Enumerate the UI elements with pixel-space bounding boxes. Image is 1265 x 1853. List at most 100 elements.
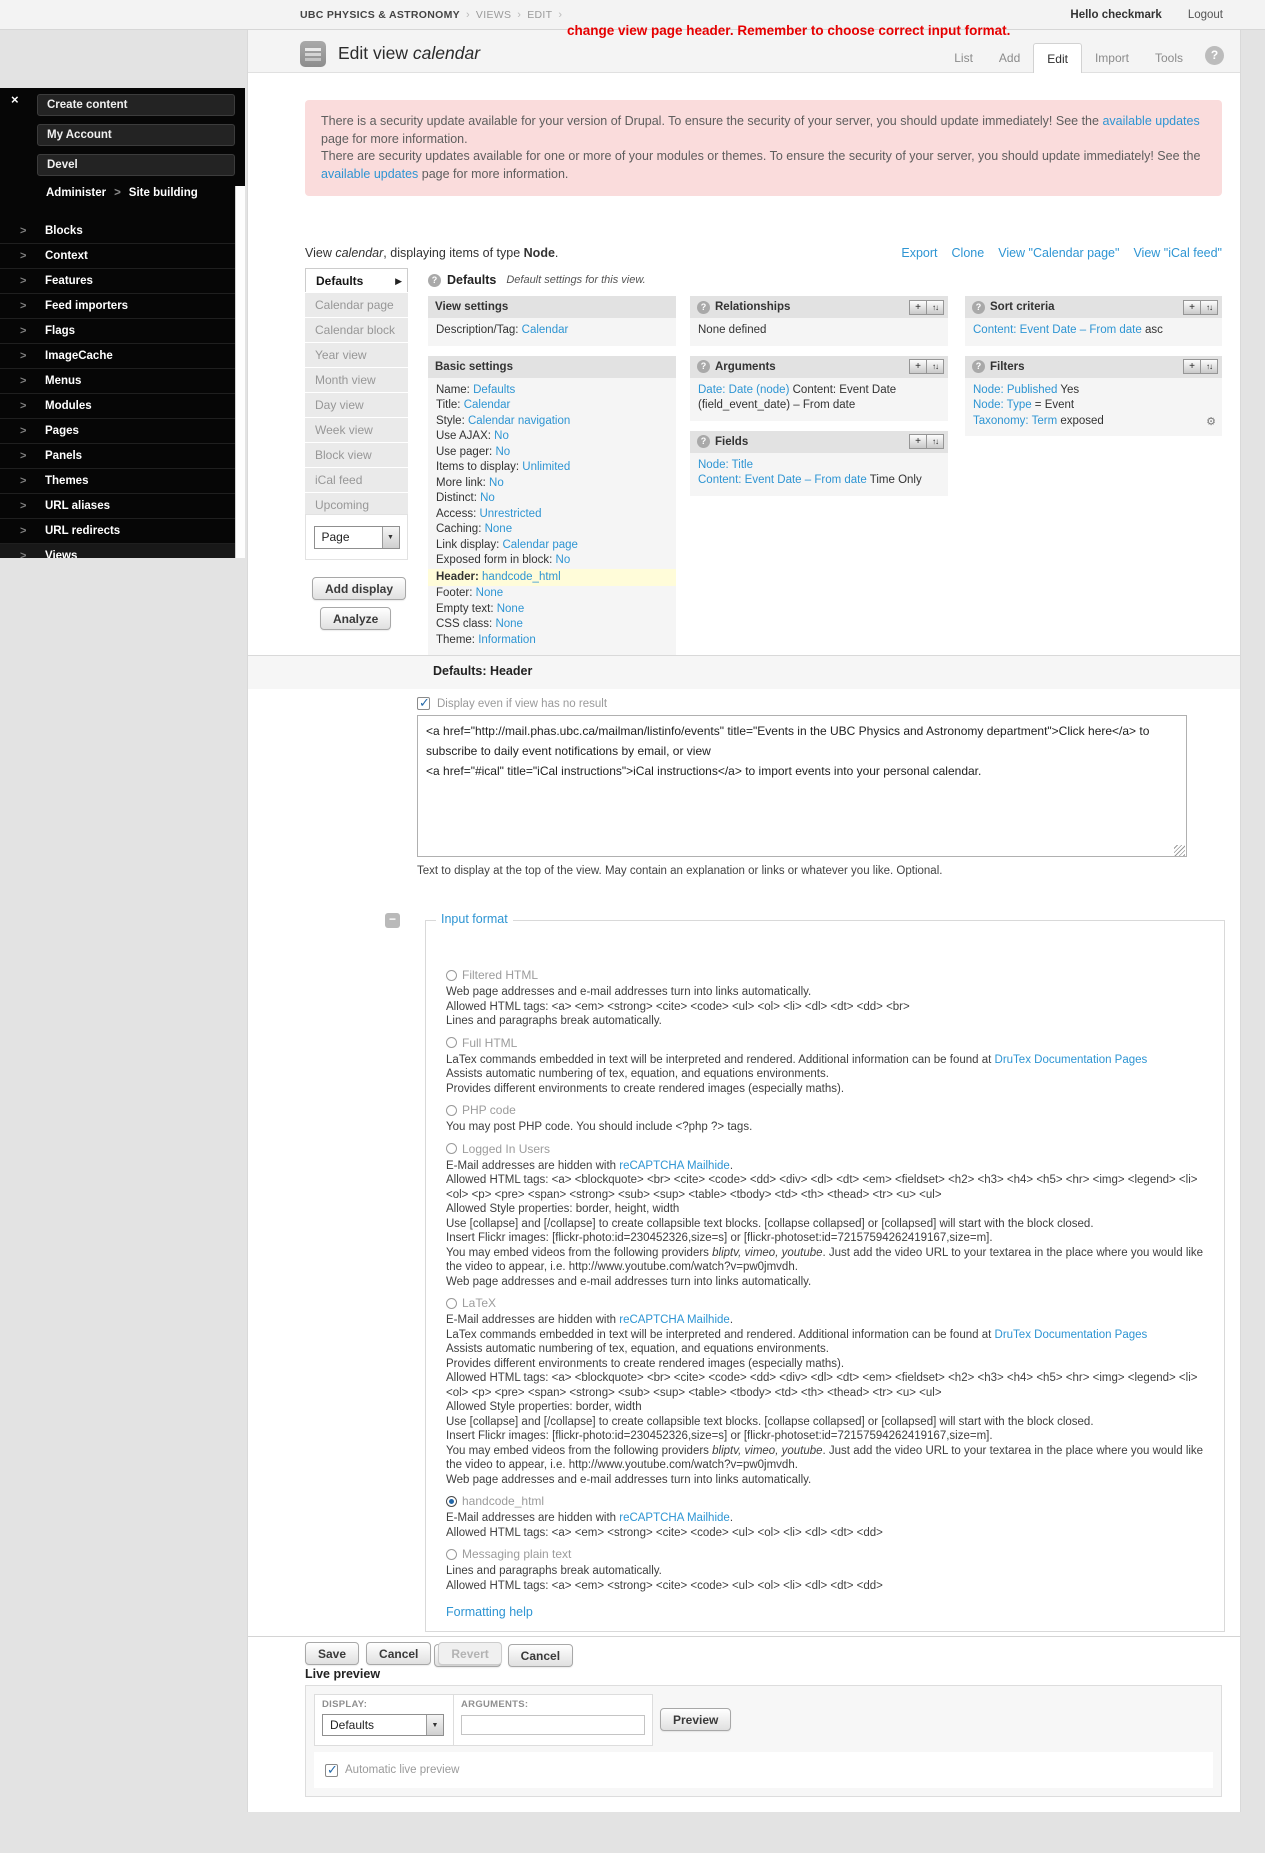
- inline-link[interactable]: Information: [478, 634, 536, 646]
- sidebar-item-context[interactable]: > Context: [0, 244, 235, 269]
- inline-link[interactable]: Unrestricted: [479, 508, 541, 520]
- display-even-checkbox[interactable]: [417, 695, 430, 711]
- inline-link[interactable]: Unlimited: [522, 461, 570, 473]
- inline-link[interactable]: reCAPTCHA Mailhide: [619, 1314, 730, 1326]
- display-tab-week-view[interactable]: Week view: [305, 418, 408, 442]
- sidebar-button-devel[interactable]: Devel: [37, 154, 235, 176]
- inline-link[interactable]: Defaults: [473, 384, 515, 396]
- radio-button[interactable]: [446, 969, 457, 981]
- help-icon[interactable]: ?: [697, 435, 710, 448]
- view-action-clone[interactable]: Clone: [952, 246, 985, 260]
- add-icon[interactable]: +: [909, 359, 927, 374]
- available-updates-link[interactable]: available updates: [1102, 114, 1199, 128]
- add-icon[interactable]: +: [1183, 359, 1201, 374]
- inline-link[interactable]: Content: Event Date – From date: [698, 474, 867, 486]
- logout-link[interactable]: Logout: [1188, 9, 1223, 21]
- display-tab-month-view[interactable]: Month view: [305, 368, 408, 392]
- add-icon[interactable]: +: [909, 434, 927, 449]
- rearrange-icon[interactable]: ↑↓: [1200, 299, 1218, 315]
- gear-icon[interactable]: ⚙: [1206, 415, 1216, 431]
- sidebar-item-url-redirects[interactable]: > URL redirects: [0, 519, 235, 544]
- help-icon[interactable]: ?: [697, 360, 710, 373]
- tab-import[interactable]: Import: [1082, 43, 1142, 73]
- inline-link[interactable]: Calendar: [522, 324, 569, 336]
- inline-link[interactable]: No: [494, 430, 509, 442]
- inline-link[interactable]: reCAPTCHA Mailhide: [619, 1160, 730, 1172]
- save-button[interactable]: Save: [305, 1642, 360, 1665]
- view-action-export[interactable]: Export: [901, 246, 937, 260]
- add-display-button[interactable]: Add display: [312, 577, 407, 600]
- header-markup-textarea[interactable]: <a href="http://mail.phas.ubc.ca/mailman…: [417, 715, 1187, 857]
- sidebar-item-blocks[interactable]: > Blocks: [0, 219, 235, 244]
- display-tab-defaults[interactable]: Defaults ▶: [305, 268, 408, 292]
- display-tab-ical-feed[interactable]: iCal feed: [305, 468, 408, 492]
- collapse-icon[interactable]: −: [385, 913, 400, 928]
- sidebar-item-url-aliases[interactable]: > URL aliases: [0, 494, 235, 519]
- editor-cancel-button[interactable]: Cancel: [507, 1644, 574, 1667]
- close-icon[interactable]: ×: [11, 92, 19, 107]
- inline-link[interactable]: Calendar page: [502, 539, 577, 551]
- inline-link[interactable]: Calendar navigation: [468, 415, 570, 427]
- sidebar-path-section[interactable]: Site building: [129, 187, 198, 199]
- display-even-checkbox-row[interactable]: Display even if view has no result: [417, 695, 607, 711]
- inline-link[interactable]: handcode_html: [482, 571, 561, 583]
- format-option-latex[interactable]: LaTeX: [446, 1296, 1208, 1310]
- sidebar-item-themes[interactable]: > Themes: [0, 469, 235, 494]
- inline-link[interactable]: No: [489, 477, 504, 489]
- help-icon[interactable]: ?: [697, 300, 710, 314]
- format-option-php-code[interactable]: PHP code: [446, 1103, 1208, 1117]
- inline-link[interactable]: Node: Type: [973, 399, 1032, 411]
- format-option-logged-in-users[interactable]: Logged In Users: [446, 1142, 1208, 1156]
- inline-link[interactable]: Content: Event Date – From date: [973, 324, 1142, 336]
- inline-link[interactable]: None: [476, 587, 504, 599]
- preview-arguments-input[interactable]: [461, 1715, 645, 1735]
- display-type-select[interactable]: Page ▼: [313, 525, 400, 549]
- sidebar-item-flags[interactable]: > Flags: [0, 319, 235, 344]
- rearrange-icon[interactable]: ↑↓: [926, 299, 944, 315]
- user-greeting-link[interactable]: Hello checkmark: [1070, 9, 1161, 21]
- textarea-resize-handle[interactable]: [1174, 845, 1185, 856]
- radio-button[interactable]: [446, 1297, 457, 1309]
- tab-add[interactable]: Add: [986, 43, 1033, 73]
- radio-button[interactable]: [446, 1548, 457, 1560]
- inline-link[interactable]: Node: Title: [698, 459, 753, 471]
- sidebar-item-features[interactable]: > Features: [0, 269, 235, 294]
- sidebar-button-my-account[interactable]: My Account: [37, 124, 235, 146]
- rearrange-icon[interactable]: ↑↓: [926, 359, 944, 374]
- sidebar-item-panels[interactable]: > Panels: [0, 444, 235, 469]
- display-tab-calendar-page[interactable]: Calendar page: [305, 293, 408, 317]
- format-option-filtered-html[interactable]: Filtered HTML: [446, 968, 1208, 982]
- radio-button[interactable]: [446, 1143, 457, 1154]
- inline-link[interactable]: None: [497, 603, 525, 615]
- format-option-handcode_html[interactable]: handcode_html: [446, 1494, 1208, 1508]
- format-option-messaging-plain-text[interactable]: Messaging plain text: [446, 1547, 1208, 1561]
- display-tab-day-view[interactable]: Day view: [305, 393, 408, 417]
- tab-list[interactable]: List: [941, 43, 986, 73]
- breadcrumb-item[interactable]: EDIT: [527, 9, 552, 21]
- breadcrumb-item[interactable]: VIEWS: [476, 9, 511, 21]
- format-option-full-html[interactable]: Full HTML: [446, 1036, 1208, 1050]
- radio-button[interactable]: [446, 1104, 457, 1116]
- breadcrumb-item[interactable]: UBC PHYSICS & ASTRONOMY: [300, 9, 460, 21]
- add-icon[interactable]: +: [1183, 299, 1201, 315]
- tab-edit[interactable]: Edit: [1033, 43, 1082, 73]
- sidebar-path-root[interactable]: Administer: [46, 187, 106, 199]
- inline-link[interactable]: reCAPTCHA Mailhide: [619, 1512, 730, 1524]
- sidebar-scrollbar[interactable]: [235, 186, 245, 558]
- preview-display-select[interactable]: Defaults ▼: [322, 1714, 444, 1736]
- inline-link[interactable]: No: [480, 492, 495, 504]
- inline-link[interactable]: DruTex Documentation Pages: [995, 1329, 1148, 1341]
- inline-link[interactable]: Calendar: [464, 399, 511, 411]
- help-icon[interactable]: ?: [972, 360, 985, 373]
- sidebar-item-pages[interactable]: > Pages: [0, 419, 235, 444]
- sidebar-item-views[interactable]: > Views: [0, 544, 235, 558]
- display-tab-block-view[interactable]: Block view: [305, 443, 408, 467]
- input-format-legend[interactable]: Input format: [436, 912, 513, 926]
- add-icon[interactable]: +: [909, 299, 927, 315]
- sidebar-item-feed-importers[interactable]: > Feed importers: [0, 294, 235, 319]
- inline-link[interactable]: No: [556, 554, 571, 566]
- inline-link[interactable]: Node: Published: [973, 384, 1057, 396]
- inline-link[interactable]: None: [485, 523, 513, 535]
- display-tab-year-view[interactable]: Year view: [305, 343, 408, 367]
- rearrange-icon[interactable]: ↑↓: [926, 434, 944, 449]
